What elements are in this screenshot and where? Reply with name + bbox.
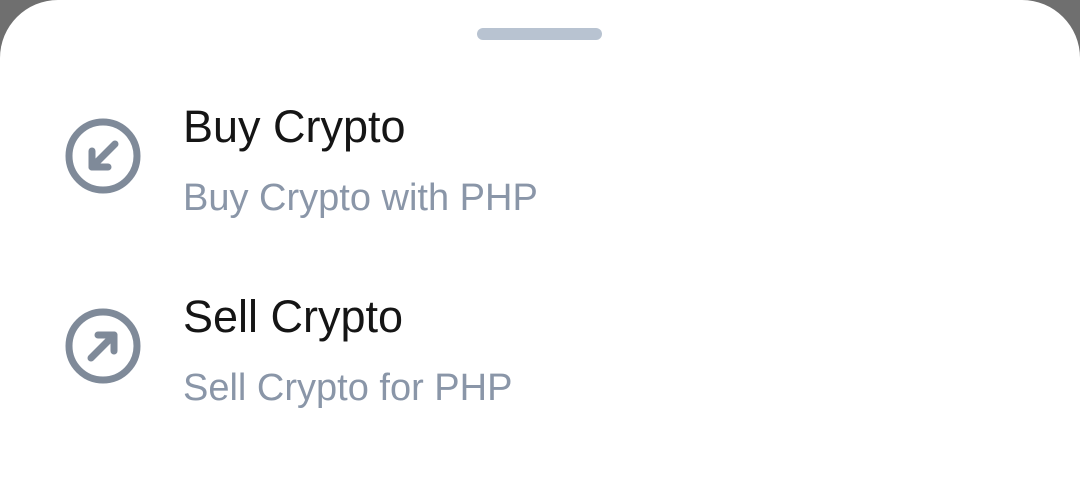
sell-crypto-subtitle: Sell Crypto for PHP: [183, 367, 513, 409]
sell-crypto-title: Sell Crypto: [183, 291, 404, 342]
arrow-up-right-circle-icon: [63, 306, 143, 386]
buy-crypto-title: Buy Crypto: [183, 101, 406, 152]
sheet-drag-handle[interactable]: [477, 28, 602, 40]
sell-crypto-option[interactable]: Sell Crypto Sell Crypto for PHP: [0, 270, 1080, 420]
buy-crypto-option[interactable]: Buy Crypto Buy Crypto with PHP: [0, 80, 1080, 230]
buy-crypto-subtitle: Buy Crypto with PHP: [183, 177, 538, 219]
arrow-down-left-circle-icon: [63, 116, 143, 196]
bottom-sheet: Buy Crypto Buy Crypto with PHP Sell Cryp…: [0, 0, 1080, 482]
